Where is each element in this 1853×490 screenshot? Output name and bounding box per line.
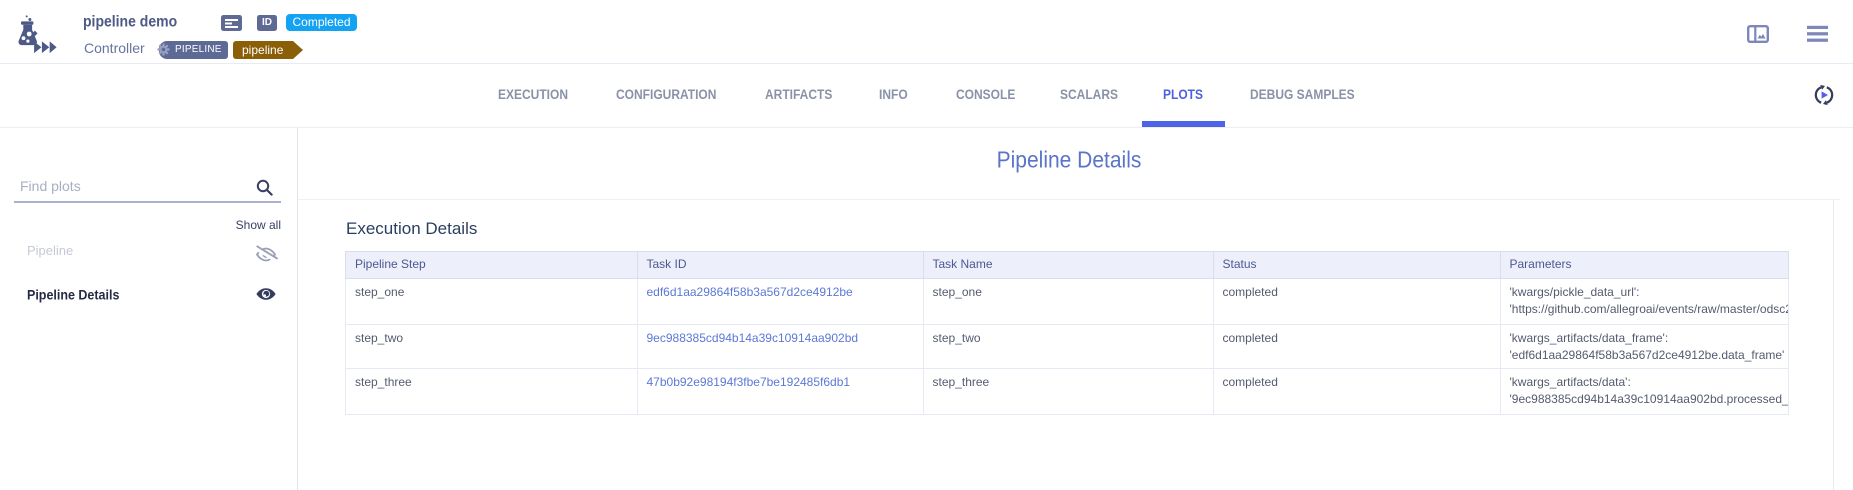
svg-text:pipeline: pipeline: [242, 43, 284, 57]
